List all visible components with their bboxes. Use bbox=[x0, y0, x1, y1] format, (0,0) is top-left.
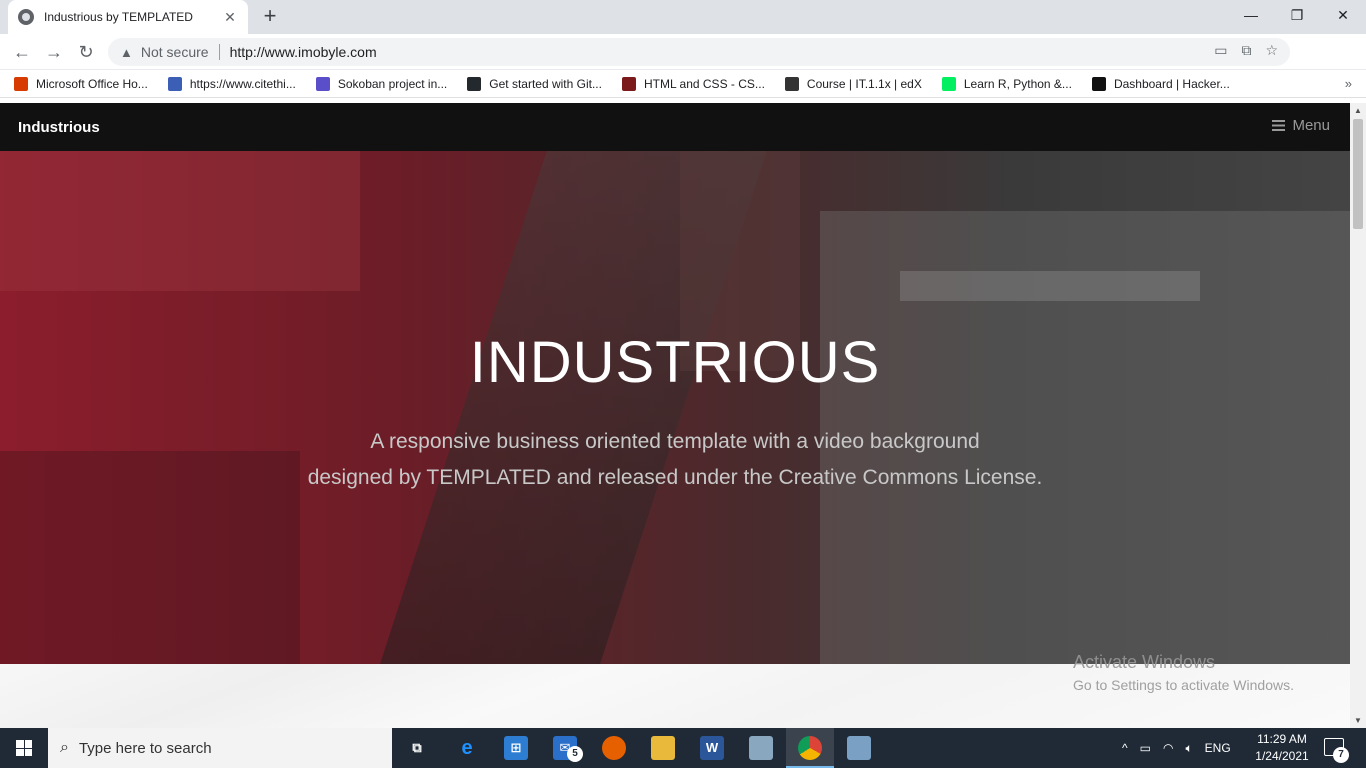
scroll-up-icon[interactable]: ▲ bbox=[1354, 106, 1362, 115]
new-tab-button[interactable]: + bbox=[258, 4, 282, 28]
bookmark-item[interactable]: Dashboard | Hacker... bbox=[1091, 76, 1230, 91]
reload-icon[interactable]: ↻ bbox=[74, 40, 98, 64]
bookmark-item[interactable]: https://www.citethi... bbox=[167, 76, 296, 91]
app-icon[interactable] bbox=[847, 736, 871, 760]
tab-title: Industrious by TEMPLATED bbox=[44, 10, 193, 24]
hackerrank-icon bbox=[1091, 76, 1106, 91]
search-placeholder: Type here to search bbox=[78, 739, 212, 757]
store-icon[interactable]: ⊞ bbox=[504, 736, 528, 760]
search-icon: ⌕ bbox=[60, 739, 69, 756]
bookmark-item[interactable]: Course | IT.1.1x | edX bbox=[784, 76, 922, 91]
menu-label: Menu bbox=[1292, 117, 1330, 134]
watermark-text: Go to Settings to activate Windows. bbox=[1073, 677, 1294, 693]
harvard-icon bbox=[621, 76, 636, 91]
bookmarks-overflow-icon[interactable]: » bbox=[1345, 76, 1352, 91]
browser-tab[interactable]: Industrious by TEMPLATED ✕ bbox=[8, 0, 248, 34]
start-button[interactable] bbox=[0, 728, 48, 768]
scroll-down-icon[interactable]: ▼ bbox=[1354, 716, 1362, 725]
office-icon bbox=[14, 76, 28, 91]
bookmark-label: Microsoft Office Ho... bbox=[36, 76, 148, 91]
omnibox-actions: ▭ ⧉ ☆ bbox=[1214, 42, 1278, 59]
language-indicator[interactable]: ENG bbox=[1205, 741, 1231, 755]
windows-logo-icon bbox=[16, 740, 32, 756]
bookmark-item[interactable]: Sokoban project in... bbox=[315, 76, 448, 91]
scrollbar-thumb[interactable] bbox=[1353, 119, 1363, 229]
edge-icon[interactable]: e bbox=[455, 736, 479, 760]
bookmark-item[interactable]: HTML and CSS - CS... bbox=[621, 76, 765, 91]
hero-title: INDUSTRIOUS bbox=[469, 330, 881, 395]
bookmark-label: Get started with Git... bbox=[489, 76, 602, 91]
bookmarks-bar: Microsoft Office Ho... https://www.citeth… bbox=[0, 70, 1366, 98]
bookmark-item[interactable]: Learn R, Python &... bbox=[941, 76, 1072, 91]
bookmark-label: Course | IT.1.1x | edX bbox=[806, 76, 922, 91]
clock-time: 11:29 AM bbox=[1257, 732, 1307, 746]
warning-icon[interactable]: ▲ bbox=[120, 45, 133, 60]
back-arrow-icon[interactable]: ← bbox=[10, 40, 34, 64]
page-scrollbar[interactable]: ▲ ▼ bbox=[1350, 103, 1366, 728]
bookmark-item[interactable]: Get started with Git... bbox=[467, 76, 602, 91]
taskbar-search[interactable]: ⌕ Type here to search bbox=[48, 728, 392, 768]
bookmark-label: Learn R, Python &... bbox=[963, 76, 1072, 91]
watermark-title: Activate Windows bbox=[1073, 652, 1216, 672]
forward-arrow-icon[interactable]: → bbox=[42, 40, 66, 64]
hamburger-icon bbox=[1272, 120, 1286, 131]
cast-icon[interactable]: ▭ bbox=[1214, 42, 1227, 59]
star-icon[interactable]: ☆ bbox=[1265, 42, 1278, 59]
globe-icon bbox=[18, 9, 34, 25]
notification-count: 7 bbox=[1333, 747, 1349, 763]
bookmark-label: HTML and CSS - CS... bbox=[643, 76, 765, 91]
datacamp-icon bbox=[941, 76, 956, 91]
site-header: Industrious Menu bbox=[0, 103, 1350, 151]
chevron-up-icon[interactable]: ^ bbox=[1122, 741, 1128, 755]
clock-date: 1/24/2021 bbox=[1255, 749, 1309, 763]
translate-icon[interactable]: ⧉ bbox=[1241, 42, 1251, 59]
edx-icon bbox=[784, 76, 799, 91]
activation-watermark: Activate Windows Go to Settings to activ… bbox=[1073, 652, 1294, 693]
tab-strip: Industrious by TEMPLATED ✕ + — ❐ ✕ bbox=[0, 0, 1366, 34]
bookmark-label: https://www.citethi... bbox=[189, 76, 296, 91]
volume-icon[interactable]: 🔈︎ bbox=[1185, 741, 1192, 756]
bookmark-item[interactable]: Microsoft Office Ho... bbox=[14, 76, 148, 91]
security-label[interactable]: Not secure bbox=[141, 44, 209, 60]
maximize-button[interactable]: ❐ bbox=[1274, 0, 1320, 30]
hero-subtitle-line-2: designed by TEMPLATED and released under… bbox=[307, 466, 1043, 489]
site-logo[interactable]: Industrious bbox=[18, 119, 100, 136]
chrome-icon[interactable] bbox=[798, 736, 822, 760]
chevron-icon bbox=[315, 76, 330, 91]
hero-subtitle-line-1: A responsive business oriented template … bbox=[370, 430, 980, 453]
system-tray: ^ ▭ ◠ 🔈︎ ENG bbox=[1122, 728, 1231, 768]
roof-shape bbox=[900, 271, 1200, 301]
building-shape bbox=[0, 151, 360, 291]
hero-banner: INDUSTRIOUS A responsive business orient… bbox=[0, 151, 1350, 664]
file-explorer-icon[interactable] bbox=[651, 736, 675, 760]
bookmark-label: Sokoban project in... bbox=[337, 76, 448, 91]
divider bbox=[218, 44, 220, 60]
bookmark-label: Dashboard | Hacker... bbox=[1113, 76, 1230, 91]
page-viewport: Industrious Menu INDUSTRIOUS A responsiv… bbox=[0, 103, 1350, 728]
word-icon[interactable]: W bbox=[700, 736, 724, 760]
clock[interactable]: 11:29 AM 1/24/2021 bbox=[1252, 731, 1312, 765]
browser-toolbar: ← → ↻ ▲ Not secure http://www.imobyle.co… bbox=[0, 34, 1366, 97]
address-bar[interactable]: ▲ Not secure http://www.imobyle.com ▭ ⧉ … bbox=[108, 38, 1290, 66]
notepad-icon[interactable] bbox=[749, 736, 773, 760]
wifi-icon[interactable]: ◠ bbox=[1163, 741, 1173, 755]
firefox-icon[interactable] bbox=[602, 736, 626, 760]
battery-icon[interactable]: ▭ bbox=[1140, 741, 1151, 755]
mail-badge: 5 bbox=[567, 746, 583, 762]
citethis-icon bbox=[167, 76, 182, 91]
tab-close-icon[interactable]: ✕ bbox=[222, 9, 238, 26]
github-icon bbox=[467, 76, 482, 91]
hero-subtitle: A responsive business oriented template … bbox=[0, 424, 1350, 496]
url-text[interactable]: http://www.imobyle.com bbox=[230, 44, 377, 60]
menu-button[interactable]: Menu bbox=[1272, 117, 1330, 134]
hero-content: INDUSTRIOUS A responsive business orient… bbox=[0, 329, 1350, 496]
taskbar: ⌕ Type here to search ⧉ e ⊞ ✉ 5 W ^ ▭ ◠ … bbox=[0, 728, 1366, 768]
window-close-button[interactable]: ✕ bbox=[1320, 0, 1366, 30]
minimize-button[interactable]: — bbox=[1228, 0, 1274, 30]
task-view-icon[interactable]: ⧉ bbox=[405, 736, 429, 760]
